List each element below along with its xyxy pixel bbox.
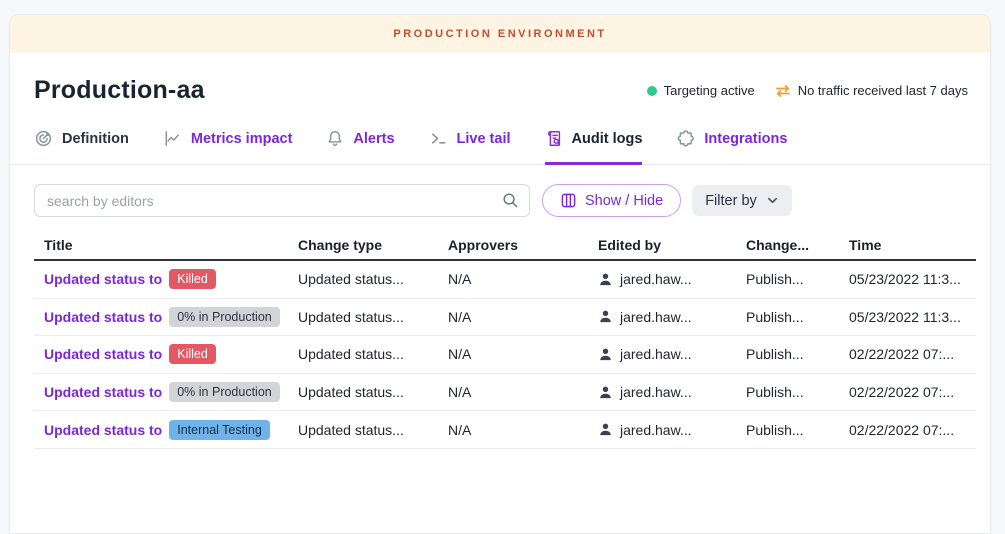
row-change: Publish...: [746, 384, 849, 400]
table-row[interactable]: Updated status to Killed Updated status.…: [34, 261, 976, 299]
green-dot-icon: [647, 86, 657, 96]
line-chart-icon: [163, 129, 182, 148]
table-row[interactable]: Updated status to 0% in Production Updat…: [34, 299, 976, 337]
person-icon: [598, 422, 613, 437]
table-header-row: Title Change type Approvers Edited by Ch…: [34, 233, 976, 261]
show-hide-columns-button[interactable]: Show / Hide: [542, 184, 681, 217]
target-icon: [34, 129, 53, 148]
tab-integrations[interactable]: Integrations: [676, 129, 787, 165]
row-approvers: N/A: [448, 346, 598, 362]
table-row[interactable]: Updated status to Killed Updated status.…: [34, 336, 976, 374]
row-title-link[interactable]: Updated status to: [44, 309, 162, 325]
person-icon: [598, 309, 613, 324]
traffic-status: No traffic received last 7 days: [775, 83, 968, 98]
table-row[interactable]: Updated status to Internal Testing Updat…: [34, 411, 976, 449]
row-time: 02/22/2022 07:...: [849, 384, 976, 400]
production-environment-banner: PRODUCTION ENVIRONMENT: [10, 15, 990, 53]
row-edited-by: jared.haw...: [620, 384, 692, 400]
row-change: Publish...: [746, 422, 849, 438]
row-time: 05/23/2022 11:3...: [849, 309, 976, 325]
tab-bar: Definition Metrics impact Alerts: [10, 129, 990, 165]
row-approvers: N/A: [448, 384, 598, 400]
person-icon: [598, 272, 613, 287]
tab-label: Metrics impact: [191, 131, 293, 147]
tab-metrics-impact[interactable]: Metrics impact: [163, 129, 293, 165]
tab-label: Integrations: [704, 131, 787, 147]
column-header-edited-by[interactable]: Edited by: [598, 237, 746, 253]
row-change: Publish...: [746, 271, 849, 287]
row-change-type: Updated status...: [298, 346, 448, 362]
column-header-change-type[interactable]: Change type: [298, 237, 448, 253]
tab-label: Alerts: [353, 131, 394, 147]
row-change-type: Updated status...: [298, 271, 448, 287]
row-approvers: N/A: [448, 271, 598, 287]
search-field-wrap: [34, 184, 530, 217]
column-header-change[interactable]: Change...: [746, 237, 849, 253]
terminal-icon: [429, 129, 448, 148]
row-title-link[interactable]: Updated status to: [44, 384, 162, 400]
row-title-link[interactable]: Updated status to: [44, 271, 162, 287]
tab-label: Definition: [62, 131, 129, 147]
row-edited-by: jared.haw...: [620, 422, 692, 438]
status-badge: Killed: [169, 344, 216, 364]
row-change: Publish...: [746, 309, 849, 325]
row-title-link[interactable]: Updated status to: [44, 346, 162, 362]
page-header: Production-aa Targeting active No traffi…: [10, 53, 990, 105]
filter-by-label: Filter by: [705, 193, 757, 209]
traffic-status-label: No traffic received last 7 days: [798, 83, 968, 98]
person-icon: [598, 347, 613, 362]
chevron-down-icon: [766, 194, 779, 207]
tab-alerts[interactable]: Alerts: [326, 129, 394, 165]
traffic-arrows-icon: [775, 84, 791, 98]
show-hide-label: Show / Hide: [585, 193, 663, 209]
row-change-type: Updated status...: [298, 309, 448, 325]
tab-audit-logs[interactable]: Audit logs: [545, 129, 643, 165]
targeting-status: Targeting active: [647, 83, 755, 98]
row-edited-by: jared.haw...: [620, 309, 692, 325]
columns-icon: [560, 192, 577, 209]
row-edited-by: jared.haw...: [620, 346, 692, 362]
column-header-time[interactable]: Time: [849, 237, 976, 253]
row-change-type: Updated status...: [298, 384, 448, 400]
status-badge: 0% in Production: [169, 382, 280, 402]
doc-search-icon: [545, 129, 563, 148]
row-edited-by: jared.haw...: [620, 271, 692, 287]
flag-detail-card: PRODUCTION ENVIRONMENT Production-aa Tar…: [9, 14, 991, 534]
status-badge: Internal Testing: [169, 420, 270, 440]
tab-live-tail[interactable]: Live tail: [429, 129, 511, 165]
search-icon: [502, 192, 519, 214]
tab-label: Live tail: [457, 131, 511, 147]
status-badge: 0% in Production: [169, 307, 280, 327]
filter-by-button[interactable]: Filter by: [692, 185, 792, 216]
row-change: Publish...: [746, 346, 849, 362]
tab-label: Audit logs: [572, 131, 643, 147]
row-approvers: N/A: [448, 422, 598, 438]
table-body: Updated status to Killed Updated status.…: [34, 261, 976, 449]
row-title-link[interactable]: Updated status to: [44, 422, 162, 438]
row-time: 02/22/2022 07:...: [849, 346, 976, 362]
person-icon: [598, 385, 613, 400]
row-approvers: N/A: [448, 309, 598, 325]
row-change-type: Updated status...: [298, 422, 448, 438]
puzzle-icon: [676, 129, 695, 148]
status-badge: Killed: [169, 269, 216, 289]
table-row[interactable]: Updated status to 0% in Production Updat…: [34, 374, 976, 412]
table-toolbar: Show / Hide Filter by: [10, 165, 990, 231]
search-input[interactable]: [34, 184, 530, 217]
row-time: 02/22/2022 07:...: [849, 422, 976, 438]
targeting-status-label: Targeting active: [664, 83, 755, 98]
tab-definition[interactable]: Definition: [34, 129, 129, 165]
audit-log-table: Title Change type Approvers Edited by Ch…: [34, 233, 976, 449]
column-header-approvers[interactable]: Approvers: [448, 237, 598, 253]
status-indicators: Targeting active No traffic received las…: [647, 83, 968, 98]
column-header-title[interactable]: Title: [34, 237, 298, 253]
page-title: Production-aa: [34, 76, 205, 105]
bell-icon: [326, 129, 344, 148]
banner-label: PRODUCTION ENVIRONMENT: [393, 28, 606, 40]
row-time: 05/23/2022 11:3...: [849, 271, 976, 287]
